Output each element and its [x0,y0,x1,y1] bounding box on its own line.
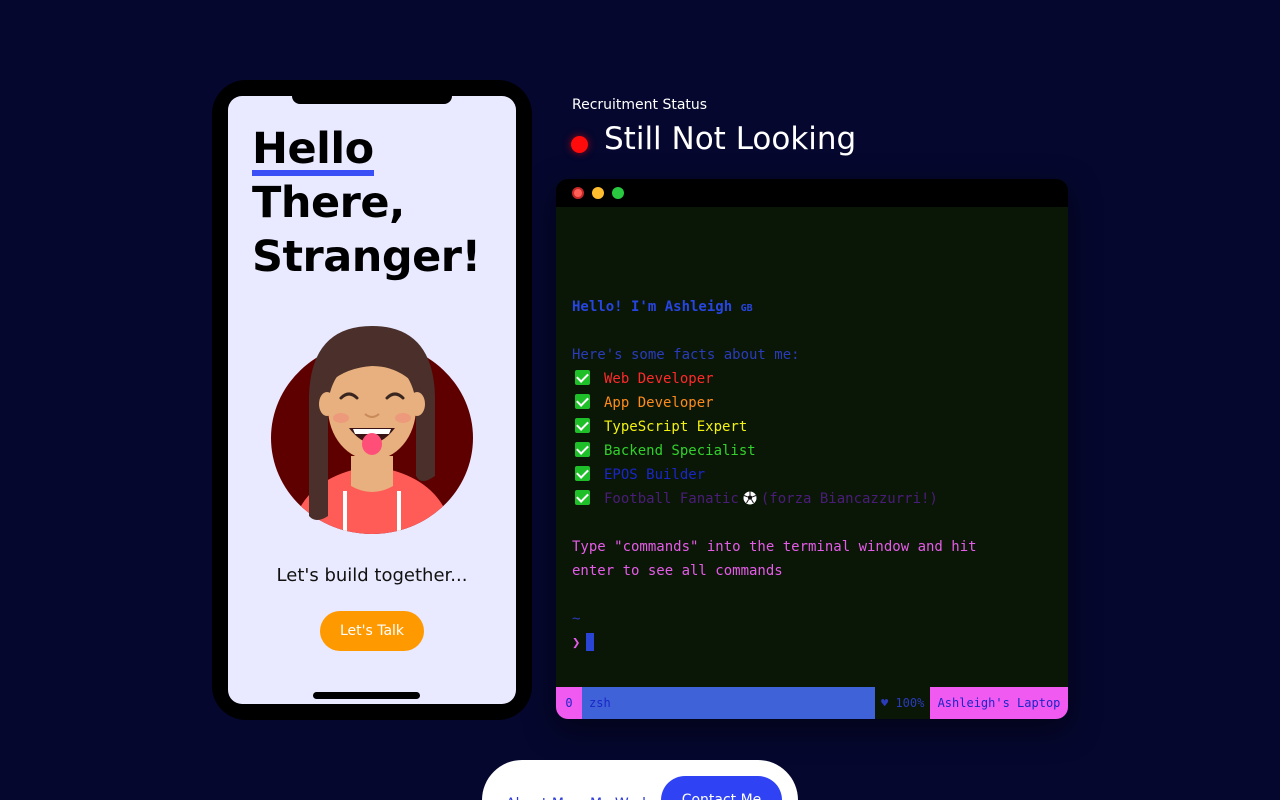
phone-mockup: Hello There, Stranger! Let's build toget… [212,80,532,720]
terminal-cursor[interactable] [586,633,595,651]
hero-heading-hello: Hello [252,124,374,176]
home-indicator [313,692,420,699]
football-note: (forza Biancazzurri!) [760,491,938,507]
facts-intro: Here's some facts about me: [572,347,800,363]
close-window-icon[interactable] [572,187,584,199]
recruitment-status-label: Recruitment Status [572,97,708,113]
lets-talk-button[interactable]: Let's Talk [320,611,424,651]
phone-screen: Hello There, Stranger! Let's build toget… [228,96,516,704]
uk-flag-icon: GB [740,303,753,314]
nav-about-me[interactable]: About Me [506,784,573,800]
nav-my-work[interactable]: My Work [590,784,650,800]
bottom-nav: About Me My Work Contact Me [482,760,798,800]
football-icon [743,491,757,505]
terminal-statusbar: 0 zsh ♥ 100% Ashleigh's Laptop [556,687,1068,719]
fact-item: Football Fanatic (forza Biancazzurri!) [572,487,1052,511]
nav-contact-me[interactable]: Contact Me [661,776,782,800]
hero-heading-line2: There, [252,178,405,228]
tagline: Let's build together... [276,565,468,586]
terminal-greeting: Hello! I'm Ashleigh GB [572,295,1052,319]
fact-text: Web Developer [604,371,714,387]
maximize-window-icon[interactable] [612,187,624,199]
checkmark-icon [575,490,590,505]
prompt-arrow-icon: ❯ [572,635,581,651]
hero-heading: Hello There, Stranger! [252,122,502,284]
fact-item: App Developer [572,391,1052,415]
checkmark-icon [575,418,590,433]
instruction-line-1: Type "commands" into the terminal window… [572,539,977,555]
terminal-window[interactable]: Hello! I'm Ashleigh GB Here's some facts… [556,179,1068,719]
fact-item: Backend Specialist [572,439,1052,463]
fact-item: TypeScript Expert [572,415,1052,439]
host-name: Ashleigh's Laptop [930,687,1068,719]
greeting-text: Hello! I'm Ashleigh [572,299,741,315]
checkmark-icon [575,370,590,385]
command-prompt[interactable]: ❯ [572,631,1052,655]
terminal-titlebar [556,179,1068,207]
checkmark-icon [575,466,590,481]
status-indicator-dot [571,136,588,153]
checkmark-icon [575,394,590,409]
fact-text: TypeScript Expert [604,419,748,435]
recruitment-status-value: Still Not Looking [604,121,857,157]
hero-heading-line3: Stranger! [252,232,481,282]
terminal-output: Hello! I'm Ashleigh GB Here's some facts… [572,295,1052,655]
fact-item: Web Developer [572,367,1052,391]
fact-text: Football Fanatic [604,491,739,507]
fact-item: EPOS Builder [572,463,1052,487]
minimize-window-icon[interactable] [592,187,604,199]
checkmark-icon [575,442,590,457]
shell-name: zsh [582,687,875,719]
fact-text: App Developer [604,395,714,411]
instruction-line-2: enter to see all commands [572,563,783,579]
avatar-illustration [271,326,473,534]
window-index: 0 [556,687,582,719]
battery-status: ♥ 100% [875,687,930,719]
phone-notch [292,96,452,104]
fact-text: Backend Specialist [604,443,756,459]
current-directory: ~ [572,611,581,627]
fact-text: EPOS Builder [604,467,706,483]
